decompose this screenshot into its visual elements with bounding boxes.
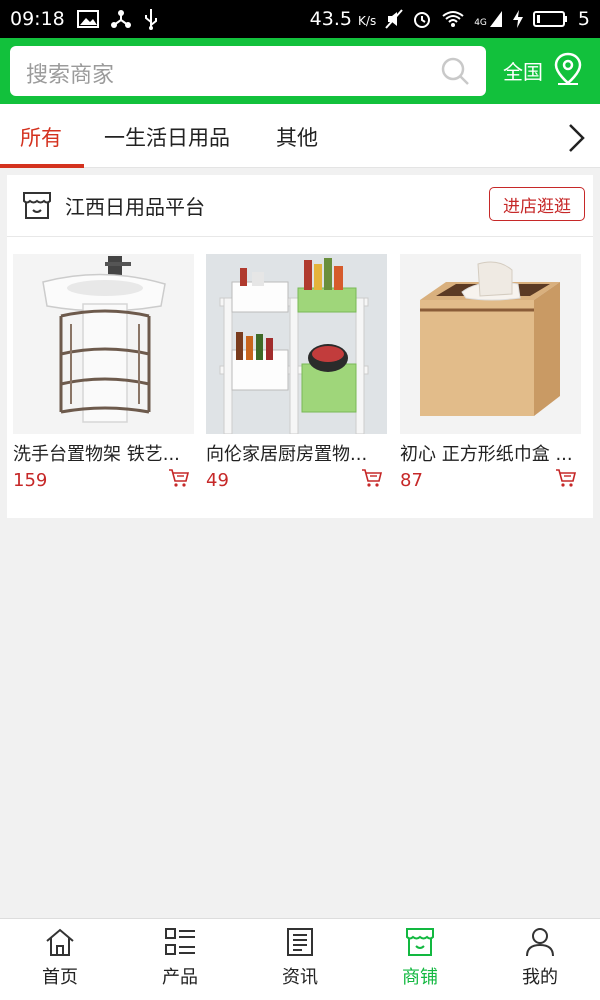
location-pin-icon[interactable] (554, 52, 582, 90)
product-image[interactable] (206, 254, 387, 434)
product-price: 159 (13, 470, 48, 491)
search-input[interactable]: 搜索商家 (10, 46, 486, 96)
tab-other[interactable]: 其他 (276, 122, 318, 152)
store-card: 江西日用品平台 进店逛逛 洗手台置物架 铁艺... 159 向伦家居厨房置物..… (7, 175, 593, 518)
nav-label: 产品 (162, 967, 198, 988)
add-to-cart-icon[interactable] (168, 468, 190, 492)
mute-icon (385, 9, 403, 29)
status-time: 09:18 (10, 8, 65, 30)
product-name[interactable]: 初心 正方形纸巾盒 ... (400, 440, 580, 466)
tab-daily-goods[interactable]: 一生活日用品 (104, 122, 230, 152)
product-image[interactable] (13, 254, 194, 434)
nav-label: 我的 (522, 967, 558, 988)
battery-icon (532, 10, 569, 28)
wifi-icon (441, 10, 465, 28)
user-icon (526, 928, 554, 957)
product-card[interactable]: 洗手台置物架 铁艺... 159 (13, 254, 194, 491)
store-icon (406, 928, 434, 956)
product-image[interactable] (400, 254, 581, 434)
news-icon (287, 928, 313, 956)
share-icon (110, 9, 131, 29)
chevron-right-icon[interactable] (566, 122, 588, 158)
product-price: 49 (206, 470, 229, 491)
product-name[interactable]: 洗手台置物架 铁艺... (13, 440, 193, 466)
product-card[interactable]: 向伦家居厨房置物... 49 (206, 254, 387, 491)
add-to-cart-icon[interactable] (555, 468, 577, 492)
nav-label: 商铺 (402, 967, 438, 988)
product-name[interactable]: 向伦家居厨房置物... (206, 440, 386, 466)
product-price: 87 (400, 470, 423, 491)
list-icon (165, 928, 195, 955)
visit-store-button[interactable]: 进店逛逛 (489, 187, 585, 221)
nav-home[interactable]: 首页 (0, 927, 120, 989)
usb-icon (143, 8, 159, 30)
store-header: 江西日用品平台 进店逛逛 (7, 175, 593, 237)
store-name[interactable]: 江西日用品平台 (65, 191, 205, 220)
gallery-icon (76, 10, 99, 28)
nav-products[interactable]: 产品 (120, 927, 240, 989)
active-tab-indicator (0, 164, 84, 168)
status-bar: 09:18 43.5 K/s 4G 5 (0, 0, 600, 38)
tab-all[interactable]: 所有 (20, 122, 62, 152)
search-icon[interactable] (440, 56, 470, 90)
bottom-nav: 首页 产品 资讯 商铺 我的 (0, 918, 600, 1000)
search-header: 搜索商家 全国 (0, 38, 600, 104)
network-speed: 43.5 K/s (309, 8, 377, 30)
alarm-icon (412, 9, 432, 29)
category-tabs: 所有 一生活日用品 其他 (0, 104, 600, 168)
nav-profile[interactable]: 我的 (480, 927, 600, 989)
home-icon (46, 928, 74, 956)
nav-stores[interactable]: 商铺 (360, 927, 480, 989)
battery-level: 5 (577, 8, 590, 30)
nav-label: 首页 (42, 967, 78, 988)
nav-news[interactable]: 资讯 (240, 927, 360, 989)
signal-icon: 4G (474, 10, 503, 28)
region-selector[interactable]: 全国 (503, 56, 543, 85)
search-placeholder: 搜索商家 (26, 63, 115, 88)
product-card[interactable]: 初心 正方形纸巾盒 ... 87 (400, 254, 581, 491)
add-to-cart-icon[interactable] (361, 468, 383, 492)
charging-icon (512, 9, 524, 29)
shop-icon (21, 189, 53, 225)
nav-label: 资讯 (282, 967, 318, 988)
